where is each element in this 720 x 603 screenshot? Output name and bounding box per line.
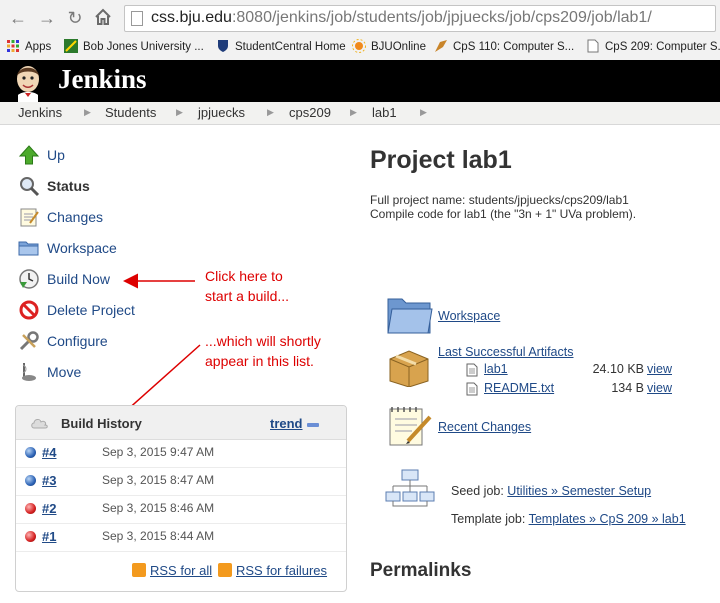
template-job-link[interactable]: Templates » CpS 209 » lab1 [529, 512, 686, 526]
note-build-now: Click here to start a build... [205, 268, 290, 304]
build-row[interactable]: #2 Sep 3, 2015 8:46 AM [16, 495, 346, 524]
chevron-right-icon: ▶ [267, 107, 274, 117]
crumb-lab1[interactable]: lab1 [372, 105, 397, 120]
rss-icon [218, 563, 232, 577]
up-arrow-icon [18, 145, 40, 165]
crumb-jenkins[interactable]: Jenkins [18, 105, 62, 120]
chevron-right-icon: ▶ [84, 107, 91, 117]
crumb-students[interactable]: Students [105, 105, 156, 120]
build-row[interactable]: #3 Sep 3, 2015 8:47 AM [16, 467, 346, 496]
folder-icon [18, 241, 39, 256]
build-row[interactable]: #1 Sep 3, 2015 8:44 AM [16, 523, 346, 552]
artifact-row: README.txt 134 B view [466, 381, 676, 398]
bookmark-cps209[interactable]: CpS 209: Computer S... [586, 38, 720, 56]
recent-changes-link[interactable]: Recent Changes [438, 420, 531, 434]
cloud-icon [31, 419, 48, 429]
moodle-icon [435, 40, 447, 52]
page-icon [131, 11, 143, 26]
collapse-icon[interactable] [307, 423, 319, 427]
chevron-right-icon: ▶ [420, 107, 427, 117]
reload-icon[interactable]: ↻ [65, 8, 85, 28]
magnifier-icon [20, 177, 40, 197]
sun-icon [352, 39, 366, 53]
no-entry-icon [19, 300, 39, 320]
artifacts-link[interactable]: Last Successful Artifacts [438, 345, 573, 359]
page-title: Project lab1 [370, 146, 512, 174]
forward-icon[interactable]: → [37, 8, 57, 28]
back-icon[interactable]: ← [8, 8, 28, 28]
permalinks-heading: Permalinks [370, 560, 472, 581]
status-ball-icon [25, 531, 36, 542]
notepad-large-icon[interactable] [386, 403, 434, 449]
build-date[interactable]: Sep 3, 2015 8:46 AM [102, 501, 214, 515]
move-icon [22, 363, 36, 381]
jenkins-header: Jenkins [0, 60, 720, 102]
note-history: ...which will shortly appear in this lis… [205, 333, 321, 369]
status-ball-icon [25, 503, 36, 514]
wrench-icon [19, 331, 39, 351]
file-icon [466, 382, 478, 396]
shield-icon [218, 40, 228, 52]
notepad-icon [20, 208, 39, 227]
trend-link[interactable]: trend [270, 416, 303, 431]
artifact-view-link[interactable]: view [647, 381, 672, 395]
workspace-folder-icon[interactable] [386, 293, 434, 337]
chevron-right-icon: ▶ [350, 107, 357, 117]
file-icon [466, 363, 478, 377]
browser-chrome: ← → ↻ css.bju.edu:8080/jenkins/job/stude… [0, 0, 720, 61]
status-ball-icon [25, 447, 36, 458]
seed-job-link[interactable]: Utilities » Semester Setup [507, 484, 651, 498]
crumb-cps209[interactable]: cps209 [289, 105, 331, 120]
status-ball-icon [25, 475, 36, 486]
crumb-jpjuecks[interactable]: jpjuecks [198, 105, 245, 120]
build-row[interactable]: #4 Sep 3, 2015 9:47 AM [16, 439, 346, 468]
bookmark-bjuonline[interactable]: BJUOnline [352, 38, 426, 56]
build-history-title: Build History [61, 416, 142, 431]
bookmarks-bar: Apps Bob Jones University ... StudentCen… [0, 36, 720, 58]
bju-logo-icon [64, 39, 78, 53]
package-box-icon[interactable] [386, 347, 432, 387]
document-icon [587, 39, 599, 53]
project-description: Full project name: students/jpjuecks/cps… [370, 193, 637, 221]
build-number-link[interactable]: #1 [42, 529, 56, 544]
bookmark-cps110[interactable]: CpS 110: Computer S... [434, 38, 574, 56]
build-history-panel: Build History trend #4 Sep 3, 2015 9:47 … [15, 405, 347, 592]
build-number-link[interactable]: #2 [42, 501, 56, 516]
build-number-link[interactable]: #4 [42, 445, 56, 460]
build-number-link[interactable]: #3 [42, 473, 56, 488]
chevron-right-icon: ▶ [176, 107, 183, 117]
rss-all-link[interactable]: RSS for all [132, 563, 212, 578]
jenkins-butler-logo[interactable] [8, 62, 48, 102]
build-date[interactable]: Sep 3, 2015 9:47 AM [102, 445, 214, 459]
bookmark-studentcentral[interactable]: StudentCentral Home [216, 38, 346, 56]
artifact-size: 134 B [611, 381, 644, 395]
breadcrumb: Jenkins ▶ Students ▶ jpjuecks ▶ cps209 ▶… [0, 102, 720, 125]
home-icon[interactable] [93, 8, 113, 28]
workspace-link[interactable]: Workspace [438, 309, 500, 323]
bookmark-bju[interactable]: Bob Jones University ... [64, 38, 204, 56]
address-bar[interactable]: css.bju.edu:8080/jenkins/job/students/jo… [124, 5, 716, 32]
seed-job-line: Seed job: Utilities » Semester Setup [451, 484, 652, 498]
browser-toolbar: ← → ↻ css.bju.edu:8080/jenkins/job/stude… [0, 0, 720, 36]
artifact-view-link[interactable]: view [647, 362, 672, 376]
artifact-row: lab1 24.10 KB view [466, 362, 676, 379]
rss-failures-link[interactable]: RSS for failures [218, 563, 327, 578]
artifact-link[interactable]: lab1 [484, 362, 508, 376]
job-hierarchy-icon [385, 469, 435, 507]
build-date[interactable]: Sep 3, 2015 8:47 AM [102, 473, 214, 487]
apps-grid-icon [7, 40, 19, 52]
rss-icon [132, 563, 146, 577]
build-history-header: Build History trend [16, 406, 346, 440]
artifact-size: 24.10 KB [592, 362, 644, 376]
clock-icon [19, 269, 39, 289]
bookmark-apps[interactable]: Apps [6, 38, 51, 56]
artifact-link[interactable]: README.txt [484, 381, 554, 395]
template-job-line: Template job: Templates » CpS 209 » lab1 [451, 512, 686, 526]
jenkins-title[interactable]: Jenkins [58, 64, 147, 95]
url-text[interactable]: css.bju.edu:8080/jenkins/job/students/jo… [151, 9, 652, 27]
build-date[interactable]: Sep 3, 2015 8:44 AM [102, 529, 214, 543]
